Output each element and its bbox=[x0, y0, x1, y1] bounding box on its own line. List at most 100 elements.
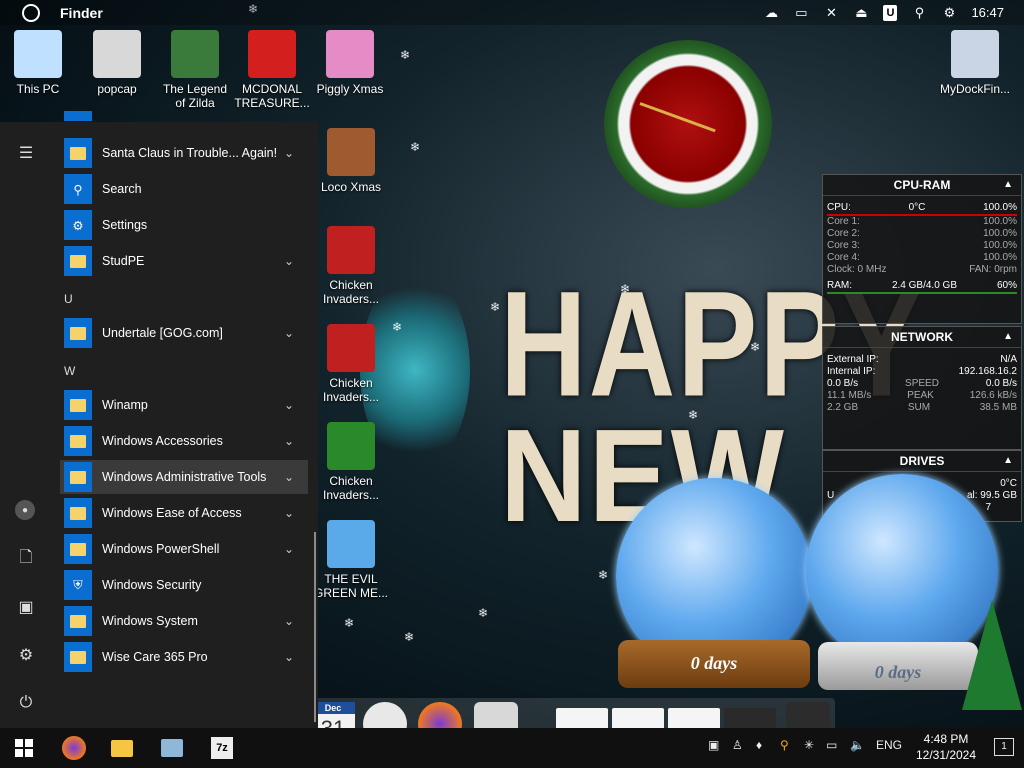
chevron-down-icon[interactable]: ⌄ bbox=[284, 254, 294, 268]
drive-icon bbox=[951, 30, 999, 78]
7zip-icon[interactable]: 7z bbox=[198, 728, 246, 768]
taskbar-time: 4:48 PM bbox=[923, 732, 969, 746]
desktop-icon-evil-green-me[interactable]: THE EVIL GREEN ME... bbox=[313, 520, 389, 600]
list-item-label: Windows PowerShell bbox=[102, 542, 220, 556]
windows-start-icon[interactable] bbox=[0, 728, 48, 768]
language-indicator[interactable]: ENG bbox=[876, 738, 902, 752]
control-panel-icon[interactable] bbox=[148, 728, 196, 768]
cpu-row: CPU: 0°C 100.0% bbox=[827, 202, 1017, 213]
collapse-icon[interactable]: ▲ bbox=[1003, 175, 1013, 195]
pictures-icon[interactable]: ▣ bbox=[15, 596, 37, 618]
list-item-label: Santa Claus in Trouble... Again! bbox=[102, 146, 278, 160]
control-center-icon[interactable]: ⚙ bbox=[941, 5, 957, 20]
game-icon bbox=[171, 30, 219, 78]
collapse-icon[interactable]: ▲ bbox=[1003, 327, 1013, 347]
desktop-icon-piggly-xmas[interactable]: Piggly Xmas bbox=[312, 30, 388, 96]
list-item[interactable]: ⚲ Search bbox=[60, 172, 308, 206]
list-item[interactable]: Undertale [GOG.com] ⌄ bbox=[60, 316, 308, 350]
file-explorer-icon[interactable] bbox=[98, 728, 146, 768]
firefox-icon[interactable] bbox=[50, 728, 98, 768]
menu-bar-clock[interactable]: 16:47 bbox=[971, 5, 1004, 20]
desktop-icon-chicken-invaders-2[interactable]: Chicken Invaders... bbox=[313, 324, 389, 404]
desktop-icon-label: The Legend of Zilda bbox=[162, 82, 228, 110]
desktop-icon-this-pc[interactable]: This PC bbox=[0, 30, 76, 96]
desktop-icon-legend-of-zilda[interactable]: The Legend of Zilda bbox=[157, 30, 233, 110]
chevron-down-icon[interactable]: ⌄ bbox=[284, 506, 294, 520]
tray-app-icon[interactable]: ▣ bbox=[708, 738, 719, 752]
desktop-icon-loco-xmas[interactable]: Loco Xmas bbox=[313, 128, 389, 194]
active-app-name[interactable]: Finder bbox=[60, 5, 103, 21]
list-item[interactable]: Windows PowerShell ⌄ bbox=[60, 532, 308, 566]
cloud-drive-icon[interactable]: ☁ bbox=[763, 5, 779, 20]
search-icon[interactable]: ⚲ bbox=[911, 5, 927, 20]
chevron-down-icon[interactable]: ⌄ bbox=[284, 146, 294, 160]
volume-muted-icon[interactable]: 🔈 bbox=[850, 738, 865, 752]
wreath-clock-widget[interactable] bbox=[604, 40, 772, 208]
document-icon[interactable]: 🗋 bbox=[15, 548, 37, 570]
drop-icon[interactable]: ♦ bbox=[756, 738, 762, 752]
list-item[interactable]: ⛨ Windows Security bbox=[60, 568, 308, 602]
internal-ip-row: Internal IP: 192.168.16.2 bbox=[827, 366, 1017, 377]
power-icon[interactable]: ⏻ bbox=[15, 692, 37, 714]
settings-icon[interactable]: ⚙ bbox=[15, 644, 37, 666]
desktop-icon-chicken-invaders-1[interactable]: Chicken Invaders... bbox=[313, 226, 389, 306]
start-rail: ☰ ● 🗋 ▣ ⚙ ⏻ bbox=[0, 122, 52, 728]
user-badge[interactable]: U bbox=[883, 4, 898, 21]
list-item[interactable]: Winamp ⌄ bbox=[60, 388, 308, 422]
list-item-label: Search bbox=[102, 182, 142, 196]
list-item[interactable]: Santa Claus in Trouble... Again! ⌄ bbox=[60, 136, 308, 170]
list-item-label: Winamp bbox=[102, 398, 148, 412]
chevron-down-icon[interactable]: ⌄ bbox=[284, 614, 294, 628]
start-menu: ☰ ● 🗋 ▣ ⚙ ⏻ Santa Claus in Trouble... Ag… bbox=[0, 111, 318, 728]
notification-icon[interactable]: 1 bbox=[994, 738, 1014, 756]
chevron-down-icon[interactable]: ⌄ bbox=[284, 326, 294, 340]
scrollbar[interactable] bbox=[314, 532, 316, 722]
computer-icon bbox=[14, 30, 62, 78]
list-item[interactable]: StudPE ⌄ bbox=[60, 244, 308, 278]
chevron-down-icon[interactable]: ⌄ bbox=[284, 542, 294, 556]
mute-icon[interactable]: ✕ bbox=[823, 5, 839, 20]
desktop-icon-mydockfinder[interactable]: MyDockFin... bbox=[932, 30, 1018, 96]
display-icon[interactable]: ▭ bbox=[793, 5, 809, 20]
list-item-selected[interactable]: Windows Administrative Tools ⌄ bbox=[60, 460, 308, 494]
user-icon[interactable]: ● bbox=[15, 500, 35, 520]
cpu-ram-widget[interactable]: CPU-RAM ▲ CPU: 0°C 100.0% Core 1: 100.0% Cor… bbox=[822, 174, 1022, 324]
list-item[interactable]: Wise Care 365 Pro ⌄ bbox=[60, 640, 308, 674]
list-item[interactable]: Windows Accessories ⌄ bbox=[60, 424, 308, 458]
search-tray-icon[interactable]: ⚲ bbox=[780, 738, 789, 752]
snowflake-icon: ❄ bbox=[478, 606, 489, 620]
list-item-label: Windows Administrative Tools bbox=[102, 470, 267, 484]
folder-icon bbox=[64, 390, 92, 420]
taskbar-clock[interactable]: 4:48 PM 12/31/2024 bbox=[900, 731, 992, 763]
list-item-label: Wise Care 365 Pro bbox=[102, 650, 208, 664]
network-user-icon[interactable]: ♙ bbox=[732, 738, 743, 752]
section-letter[interactable]: W bbox=[64, 364, 75, 378]
folder-icon bbox=[64, 246, 92, 276]
folder-icon bbox=[64, 606, 92, 636]
desktop-icon-chicken-invaders-3[interactable]: Chicken Invaders... bbox=[313, 422, 389, 502]
chevron-down-icon[interactable]: ⌄ bbox=[284, 398, 294, 412]
desktop-icon-mcdonal-treasure[interactable]: MCDONAL TREASURE... bbox=[234, 30, 310, 110]
sum-row: 2.2 GB SUM 38.5 MB bbox=[827, 402, 1017, 413]
list-item[interactable]: Windows System ⌄ bbox=[60, 604, 308, 638]
apple-menu-icon[interactable] bbox=[22, 3, 40, 22]
snowflake-tray-icon[interactable]: ✳ bbox=[804, 738, 814, 752]
collapse-icon[interactable]: ▲ bbox=[1003, 451, 1013, 471]
list-item-partial bbox=[60, 110, 308, 122]
hamburger-icon[interactable]: ☰ bbox=[15, 142, 37, 164]
network-widget[interactable]: NETWORK ▲ External IP: N/A Internal IP: 192… bbox=[822, 326, 1022, 450]
section-letter[interactable]: U bbox=[64, 292, 73, 306]
folder-icon bbox=[64, 534, 92, 564]
widget-title: DRIVES ▲ bbox=[823, 451, 1021, 472]
list-item[interactable]: Windows Ease of Access ⌄ bbox=[60, 496, 308, 530]
desktop-icon-popcap[interactable]: popcap bbox=[79, 30, 155, 96]
list-item[interactable]: ⚙ Settings bbox=[60, 208, 308, 242]
eject-icon[interactable]: ⏏ bbox=[853, 5, 869, 20]
chevron-down-icon[interactable]: ⌄ bbox=[284, 650, 294, 664]
desktop-icon-label: Loco Xmas bbox=[320, 180, 382, 194]
chevron-down-icon[interactable]: ⌄ bbox=[284, 470, 294, 484]
network-status-icon[interactable]: ▭ bbox=[826, 738, 837, 752]
widget-title: NETWORK ▲ bbox=[823, 327, 1021, 348]
chevron-down-icon[interactable]: ⌄ bbox=[284, 434, 294, 448]
core-row: Core 1: 100.0% bbox=[827, 216, 1017, 227]
